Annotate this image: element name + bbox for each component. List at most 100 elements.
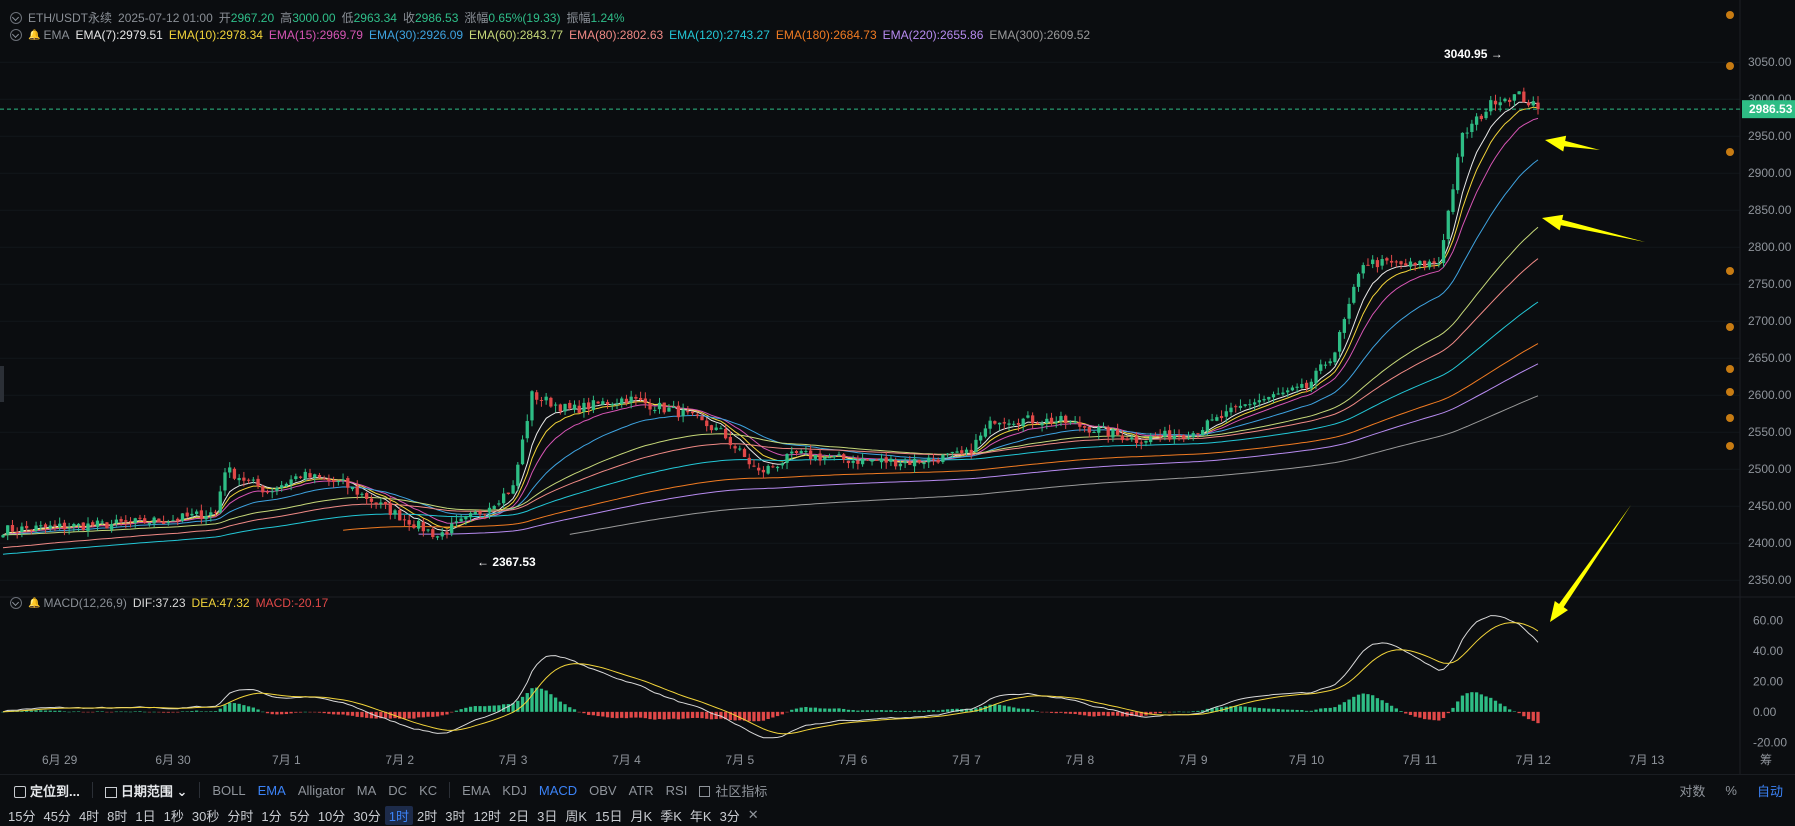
timeframe-option[interactable]: 30秒 — [188, 806, 223, 825]
event-marker-icon[interactable] — [1726, 388, 1734, 396]
timeframe-option[interactable]: 2时 — [413, 806, 441, 825]
symbol-label: ETH/USDT永续 — [28, 11, 113, 25]
event-marker-icon[interactable] — [1726, 267, 1734, 275]
timeframe-option[interactable]: 10分 — [314, 806, 349, 825]
timeframe-option[interactable]: 12时 — [469, 806, 504, 825]
event-marker-icon[interactable] — [1726, 11, 1734, 19]
macd-bar — [1522, 711, 1526, 717]
macd-bar — [303, 711, 307, 713]
main-indicator-ma[interactable]: MA — [351, 783, 383, 798]
sub-indicator-obv[interactable]: OBV — [583, 783, 622, 798]
macd-bar — [1059, 711, 1063, 713]
macd-bar — [530, 688, 534, 712]
auto-scale-toggle[interactable]: 自动 — [1751, 781, 1789, 800]
collapse-icon[interactable] — [10, 11, 22, 24]
main-indicator-ema[interactable]: EMA — [252, 783, 292, 798]
macd-bar — [1177, 711, 1181, 713]
timeframe-option[interactable]: 1时 — [384, 805, 413, 825]
macd-bar — [308, 711, 312, 713]
timeframe-option[interactable]: 45分 — [39, 806, 74, 825]
sub-indicator-kdj[interactable]: KDJ — [496, 783, 533, 798]
macd-bar — [827, 708, 832, 712]
timeframe-option[interactable]: 3分 — [716, 806, 744, 825]
timeframe-option[interactable]: 30分 — [349, 806, 384, 825]
macd-bar — [402, 711, 407, 719]
event-marker-icon[interactable] — [1726, 442, 1734, 450]
timeframe-option[interactable]: 3时 — [441, 806, 469, 825]
macd-bar — [568, 707, 572, 712]
ema-legend-item: EMA(30):2926.09 — [368, 28, 464, 42]
community-indicators-button[interactable]: 社区指标 — [693, 781, 773, 800]
sub-indicator-ema[interactable]: EMA — [456, 783, 496, 798]
timeframe-option[interactable]: 分时 — [223, 806, 257, 825]
bell-icon[interactable]: 🔔 — [28, 30, 40, 41]
timeframe-option[interactable]: 月K — [627, 806, 657, 825]
macd-bar — [86, 711, 90, 713]
macd-bar — [34, 710, 38, 712]
macd-bar — [29, 710, 33, 712]
event-marker-icon[interactable] — [1726, 62, 1734, 70]
timeframe-option[interactable]: 8时 — [103, 806, 131, 825]
drawing-panel-handle[interactable] — [0, 366, 4, 402]
chip-distribution-label[interactable]: 筹 — [1760, 753, 1772, 767]
date-range-button[interactable]: 日期范围 ⌄ — [99, 781, 194, 800]
main-indicator-alligator[interactable]: Alligator — [292, 783, 351, 798]
percent-scale-toggle[interactable]: % — [1719, 783, 1743, 798]
timeframe-option[interactable]: 周K — [561, 806, 591, 825]
collapse-icon[interactable] — [10, 597, 22, 609]
macd-bar — [846, 709, 851, 712]
macd-bar — [1508, 709, 1512, 712]
macd-bar — [587, 711, 591, 715]
macd-bar — [1432, 711, 1436, 721]
timeframe-option[interactable]: 季K — [656, 806, 686, 825]
macd-bar — [1106, 711, 1110, 717]
macd-bar — [1021, 708, 1025, 712]
close-icon[interactable]: ✕ — [744, 807, 763, 823]
timeframe-option[interactable]: 2日 — [505, 806, 533, 825]
macd-bar — [1238, 706, 1243, 712]
macd-bar — [1040, 711, 1044, 713]
event-marker-icon[interactable] — [1726, 323, 1734, 331]
candlestick-chart[interactable]: 3050.00 3000.00 2950.00 2900.00 2850.00 2800.… — [0, 0, 1795, 774]
macd-bar — [775, 711, 780, 717]
timeframe-option[interactable]: 15日 — [591, 806, 626, 825]
macd-bar — [1418, 711, 1422, 718]
macd-bar — [903, 710, 907, 712]
main-indicator-dc[interactable]: DC — [382, 783, 413, 798]
macd-bar — [785, 711, 789, 713]
bell-icon[interactable]: 🔔 — [28, 598, 40, 609]
locate-button[interactable]: 定位到... — [0, 781, 86, 800]
external-link-icon — [699, 785, 711, 797]
timeframe-option[interactable]: 15分 — [4, 806, 39, 825]
collapse-icon[interactable] — [10, 29, 22, 41]
timeframe-option[interactable]: 5分 — [286, 806, 314, 825]
macd-bar — [483, 706, 487, 712]
macd-bar — [62, 711, 67, 712]
timeframe-option[interactable]: 1秒 — [160, 806, 188, 825]
sub-indicator-atr[interactable]: ATR — [623, 783, 660, 798]
macd-bar — [176, 711, 180, 713]
log-scale-toggle[interactable]: 对数 — [1673, 781, 1711, 800]
timeframe-option[interactable]: 1日 — [131, 806, 159, 825]
sub-indicator-rsi[interactable]: RSI — [660, 783, 694, 798]
ema-legend-item: EMA(300):2609.52 — [989, 28, 1091, 42]
timeframe-option[interactable]: 1分 — [257, 806, 285, 825]
macd-bar — [1271, 708, 1276, 712]
event-marker-icon[interactable] — [1726, 148, 1734, 156]
main-indicator-kc[interactable]: KC — [413, 783, 443, 798]
sub-indicator-macd[interactable]: MACD — [533, 783, 583, 798]
candle — [549, 396, 553, 408]
timeframe-option[interactable]: 年K — [686, 806, 716, 825]
macd-bar — [289, 711, 293, 714]
timeframe-option[interactable]: 4时 — [75, 806, 103, 825]
time-tick-label: 7月 1 — [272, 753, 301, 767]
macd-bar — [842, 708, 846, 712]
timeframe-option[interactable]: 3日 — [533, 806, 561, 825]
macd-bar — [492, 705, 496, 712]
macd-bar — [591, 711, 596, 716]
macd-bar — [147, 711, 152, 713]
macd-bar — [1446, 711, 1450, 714]
event-marker-icon[interactable] — [1726, 365, 1734, 373]
event-marker-icon[interactable] — [1726, 414, 1734, 422]
main-indicator-boll[interactable]: BOLL — [206, 783, 251, 798]
